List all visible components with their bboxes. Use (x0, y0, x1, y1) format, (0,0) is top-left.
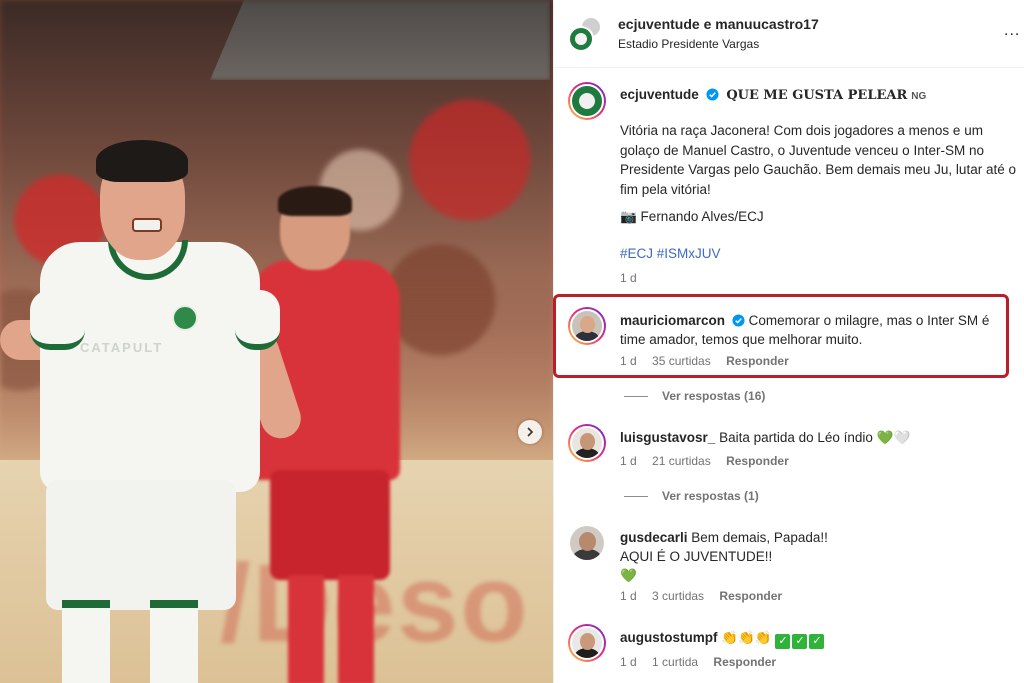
view-replies-label: Ver respostas (1) (662, 489, 759, 503)
reply-button[interactable]: Responder (726, 354, 789, 368)
comment-meta: 1 d 3 curtidas Responder (620, 589, 794, 603)
more-options-icon[interactable]: ... (1004, 22, 1020, 40)
comment-timestamp[interactable]: 1 d (620, 655, 637, 669)
jersey-crest (172, 305, 198, 331)
post-photo[interactable]: /Deso CATAPULT (0, 0, 553, 683)
check-mark-icon: ✓ (775, 634, 791, 649)
post-header: ecjuventude e manuucastro17 Estadio Pres… (554, 0, 1024, 68)
caption-author: ecjuventude QUE ME GUSTA PELEAR NG (620, 87, 926, 103)
comment-meta: 1 d 1 curtida Responder (620, 655, 788, 669)
post-details-panel: ecjuventude e manuucastro17 Estadio Pres… (553, 0, 1024, 683)
heart-emoji: 💚🤍 (876, 430, 911, 445)
comment-body: gusdecarli Bem demais, Papada!! AQUI É O… (620, 528, 1005, 585)
next-photo-button[interactable] (518, 420, 542, 444)
comment-likes[interactable]: 1 curtida (652, 655, 698, 669)
comment-username[interactable]: luisgustavosr_ (620, 430, 715, 445)
comment-likes[interactable]: 3 curtidas (652, 589, 704, 603)
comment-body: luisgustavosr_ Baita partida do Léo índi… (620, 428, 1005, 447)
post-author-names[interactable]: ecjuventude e manuucastro17 (618, 16, 819, 32)
chevron-right-icon (527, 427, 534, 437)
post-location[interactable]: Estadio Presidente Vargas (618, 37, 759, 51)
view-replies-button[interactable]: Ver respostas (16) (620, 389, 765, 403)
comment-likes[interactable]: 35 curtidas (652, 354, 711, 368)
comment-meta: 1 d 35 curtidas Responder (620, 354, 801, 368)
check-mark-icon: ✓ (809, 634, 825, 649)
avatar[interactable] (568, 624, 606, 662)
comment-username[interactable]: mauriciomarcon (620, 313, 725, 328)
view-replies-label: Ver respostas (16) (662, 389, 766, 403)
caption-timestamp[interactable]: 1 d (620, 271, 637, 285)
collab-avatars[interactable] (568, 16, 604, 52)
reply-button[interactable]: Responder (719, 589, 782, 603)
stadium-roof (210, 0, 550, 80)
avatar[interactable] (568, 307, 606, 345)
verified-badge-icon (706, 88, 719, 101)
comment-text: Baita partida do Léo índio (719, 430, 873, 445)
comment-timestamp[interactable]: 1 d (620, 589, 637, 603)
caption-text: Vitória na raça Jaconera! Com dois jogad… (620, 123, 1016, 197)
caption-tagline: QUE ME GUSTA PELEAR (726, 88, 908, 103)
comment-body: augustostumpf 👏👏👏 ✓ ✓ ✓ (620, 628, 1005, 649)
view-replies-button[interactable]: Ver respostas (1) (620, 489, 759, 503)
reply-button[interactable]: Responder (726, 454, 789, 468)
comment-timestamp[interactable]: 1 d (620, 354, 637, 368)
avatar[interactable] (570, 526, 604, 560)
avatar[interactable] (568, 424, 606, 462)
caption-username[interactable]: ecjuventude (620, 87, 699, 102)
comment-username[interactable]: gusdecarli (620, 530, 688, 545)
jersey-sponsor: CATAPULT (80, 340, 164, 355)
comment-username[interactable]: augustostumpf (620, 630, 718, 645)
check-mark-icon: ✓ (792, 634, 808, 649)
avatar[interactable] (568, 26, 594, 52)
comment-likes[interactable]: 21 curtidas (652, 454, 711, 468)
heart-emoji: 💚 (620, 568, 637, 583)
avatar[interactable] (568, 82, 606, 120)
caption-tagline-suffix: NG (911, 91, 927, 102)
comment-meta: 1 d 21 curtidas Responder (620, 454, 801, 468)
photo-credit: 📷 Fernando Alves/ECJ (620, 209, 764, 224)
verified-badge-icon (732, 314, 745, 327)
reply-button[interactable]: Responder (713, 655, 776, 669)
clap-emoji: 👏👏👏 (721, 630, 772, 645)
comment-text: AQUI É O JUVENTUDE!! (620, 549, 773, 564)
comment-body: mauriciomarcon Comemorar o milagre, mas … (620, 311, 1005, 349)
celebrating-player: CATAPULT (0, 130, 307, 683)
comment-timestamp[interactable]: 1 d (620, 454, 637, 468)
comment-text: Bem demais, Papada!! (691, 530, 828, 545)
caption-hashtags[interactable]: #ECJ #ISMxJUV (620, 246, 721, 261)
